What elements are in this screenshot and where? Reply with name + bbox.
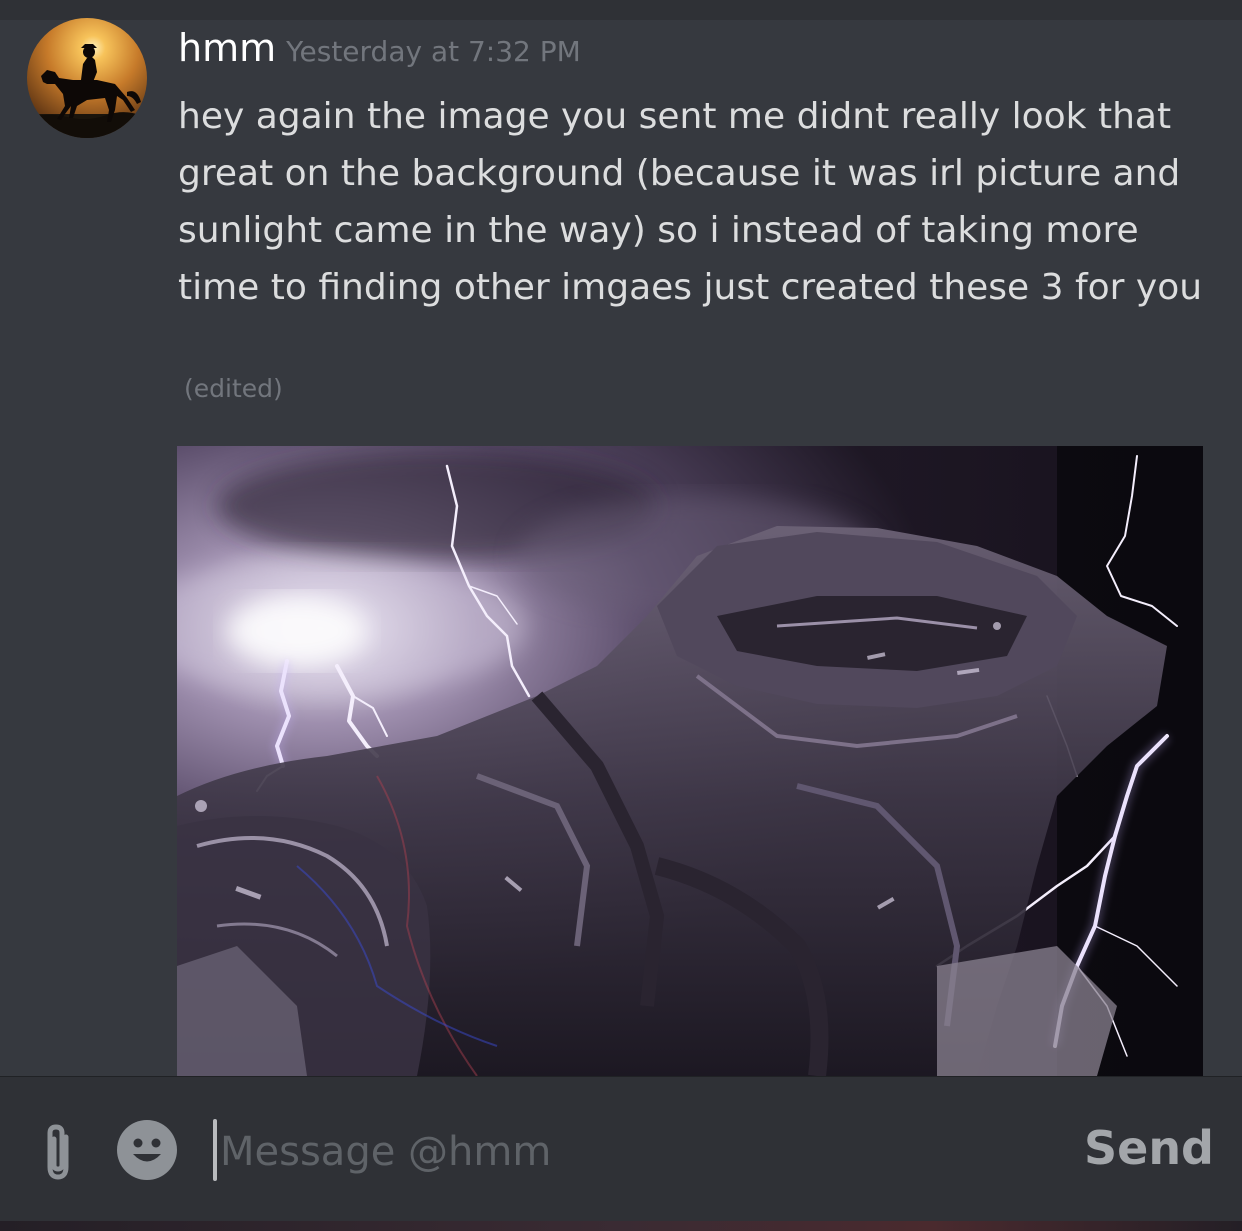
lightning-armor-image[interactable]: [177, 446, 1203, 1076]
message-text: hey again the image you sent me didnt re…: [178, 96, 1203, 308]
bottom-edge: [0, 1221, 1242, 1231]
edited-label: (edited): [184, 374, 283, 403]
chat-window: hmm Yesterday at 7:32 PM hey again the im…: [0, 0, 1242, 1231]
message-composer: Send: [0, 1076, 1242, 1222]
send-button[interactable]: Send: [1084, 1121, 1214, 1175]
top-divider: [0, 0, 1242, 20]
emoji-smiley-icon[interactable]: [116, 1119, 178, 1181]
paperclip-icon[interactable]: [36, 1121, 80, 1185]
message-header: hmm Yesterday at 7:32 PM: [178, 26, 581, 78]
text-caret: [213, 1119, 217, 1181]
horse-rider-avatar-icon[interactable]: [27, 18, 147, 138]
username[interactable]: hmm: [178, 26, 276, 70]
timestamp: Yesterday at 7:32 PM: [286, 35, 581, 68]
message-input[interactable]: [220, 1119, 1040, 1185]
